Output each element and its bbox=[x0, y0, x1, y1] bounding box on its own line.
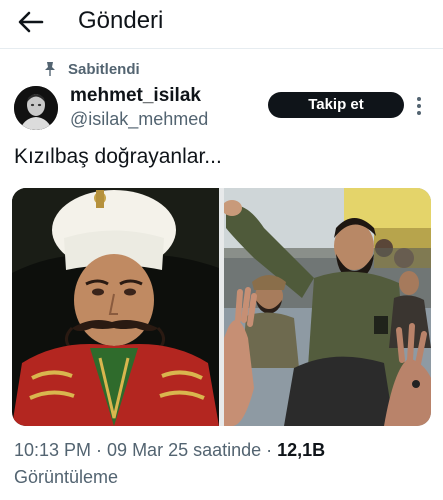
meta-separator: · bbox=[261, 440, 278, 460]
view-label: Görüntüleme bbox=[14, 467, 119, 487]
follow-button[interactable]: Takip et bbox=[268, 92, 404, 118]
tweet-timestamp[interactable]: 10:13 PM · 09 Mar 25 saatinde bbox=[14, 440, 261, 460]
tweet-text: Kızılbaş doğrayanlar... bbox=[14, 145, 222, 168]
author-handle[interactable]: @isilak_mehmed bbox=[70, 109, 208, 130]
back-arrow-icon[interactable] bbox=[16, 9, 44, 35]
media-image-crowd[interactable] bbox=[224, 188, 431, 426]
vertical-ellipsis-icon[interactable] bbox=[413, 94, 425, 118]
media-image-portrait[interactable] bbox=[12, 188, 219, 426]
top-bar: Gönderi bbox=[0, 0, 443, 46]
author-display-name[interactable]: mehmet_isilak bbox=[70, 85, 201, 107]
tweet-meta: 10:13 PM · 09 Mar 25 saatinde · 12,1B bbox=[14, 440, 325, 461]
pinned-label: Sabitlendi bbox=[68, 61, 140, 78]
header-divider bbox=[0, 48, 443, 49]
avatar-image bbox=[14, 86, 58, 130]
media-grid[interactable] bbox=[12, 188, 431, 426]
avatar[interactable] bbox=[14, 86, 58, 130]
view-count: 12,1B bbox=[277, 440, 326, 460]
page-title: Gönderi bbox=[78, 7, 164, 34]
pin-icon bbox=[45, 62, 55, 76]
